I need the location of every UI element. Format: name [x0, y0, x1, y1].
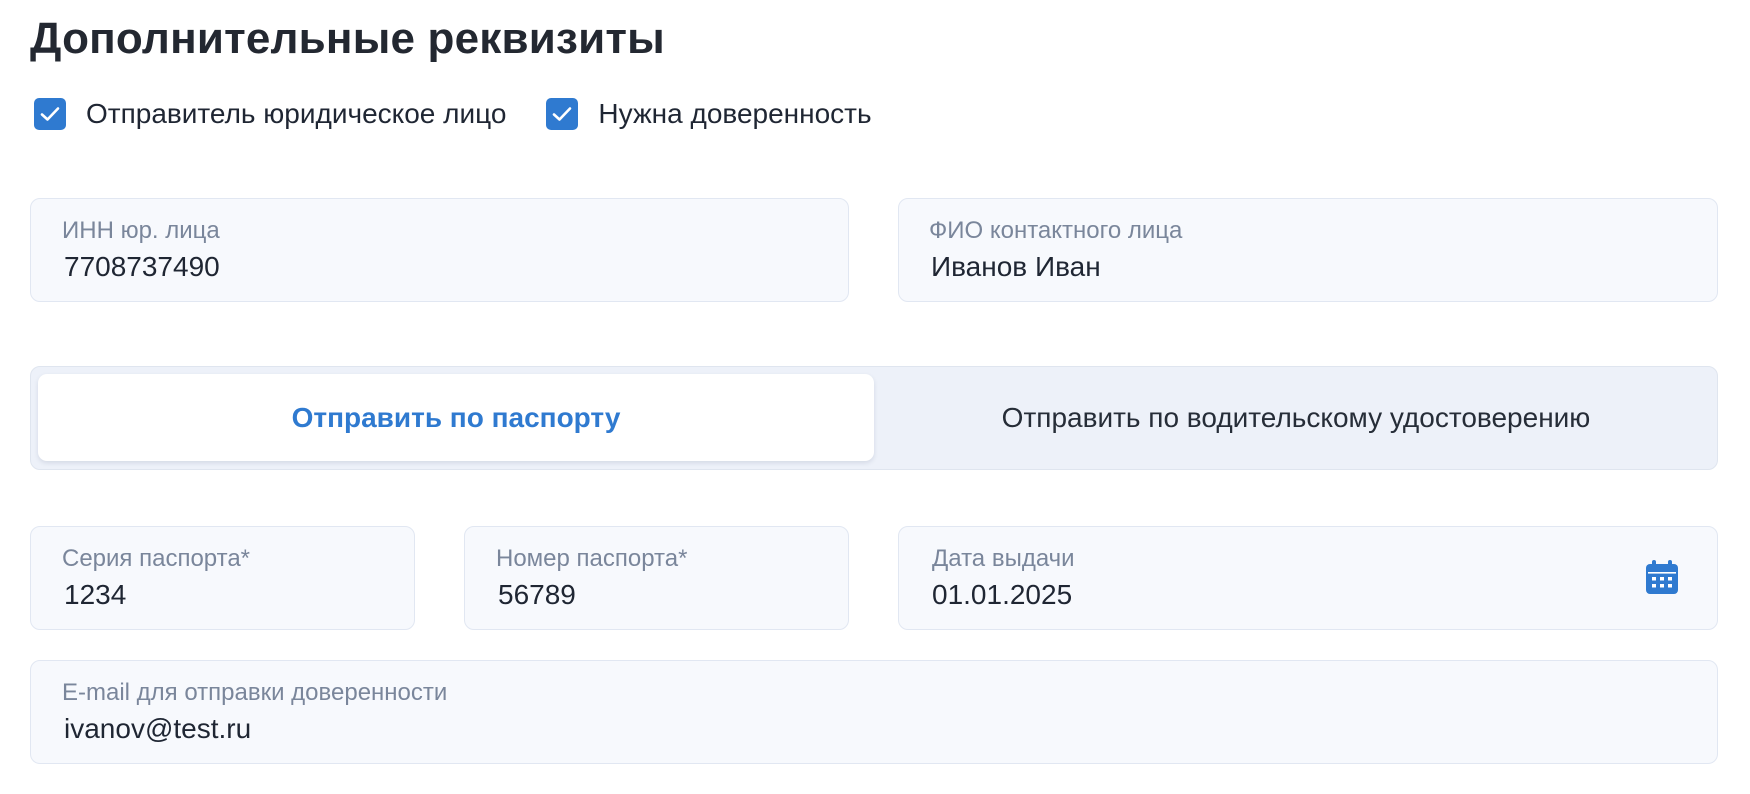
passport-series-field-label: Серия паспорта* — [62, 545, 251, 572]
inn-field[interactable]: ИНН юр. лица — [30, 198, 849, 302]
passport-series-field[interactable]: Серия паспорта* — [30, 526, 415, 630]
passport-number-input[interactable] — [498, 579, 805, 611]
issue-date-field-label: Дата выдачи — [932, 545, 1075, 572]
checkbox-group: Отправитель юридическое лицо Нужна довер… — [34, 96, 912, 132]
legal-entity-checkbox-label: Отправитель юридическое лицо — [86, 98, 507, 129]
checkbox-checked[interactable] — [546, 98, 579, 130]
passport-number-field-label: Номер паспорта* — [496, 545, 688, 572]
power-of-attorney-checkbox[interactable]: Нужна доверенность — [546, 98, 872, 130]
inn-field-label: ИНН юр. лица — [62, 217, 220, 244]
passport-number-field[interactable]: Номер паспорта* — [464, 526, 849, 630]
passport-series-input[interactable] — [64, 579, 371, 611]
checkbox-checked[interactable] — [34, 98, 66, 130]
email-field[interactable]: E-mail для отправки доверенности — [30, 660, 1718, 764]
issue-date-input[interactable] — [932, 579, 1505, 611]
send-by-passport-tab[interactable]: Отправить по паспорту — [38, 374, 874, 461]
inn-input[interactable] — [64, 251, 718, 283]
contact-name-input[interactable] — [931, 251, 1586, 283]
send-by-passport-tab-label: Отправить по паспорту — [291, 401, 621, 433]
email-input[interactable] — [64, 713, 1413, 745]
issue-date-field[interactable]: Дата выдачи — [898, 526, 1718, 630]
check-icon — [553, 107, 572, 121]
contact-name-field[interactable]: ФИО контактного лица — [898, 198, 1718, 302]
legal-entity-checkbox[interactable]: Отправитель юридическое лицо — [34, 98, 506, 130]
send-by-driver-license-tab[interactable]: Отправить по водительскому удостоверению — [881, 374, 1711, 461]
check-icon — [40, 107, 60, 121]
section-title: Дополнительные реквизиты — [30, 14, 665, 63]
contact-name-field-label: ФИО контактного лица — [929, 217, 1183, 244]
power-of-attorney-checkbox-label: Нужна доверенность — [598, 98, 872, 129]
send-by-driver-license-tab-label: Отправить по водительскому удостоверению — [1001, 401, 1591, 433]
email-field-label: E-mail для отправки доверенности — [62, 679, 448, 706]
calendar-icon[interactable] — [1645, 559, 1679, 595]
document-type-toggle: Отправить по паспорту Отправить по водит… — [30, 366, 1718, 470]
